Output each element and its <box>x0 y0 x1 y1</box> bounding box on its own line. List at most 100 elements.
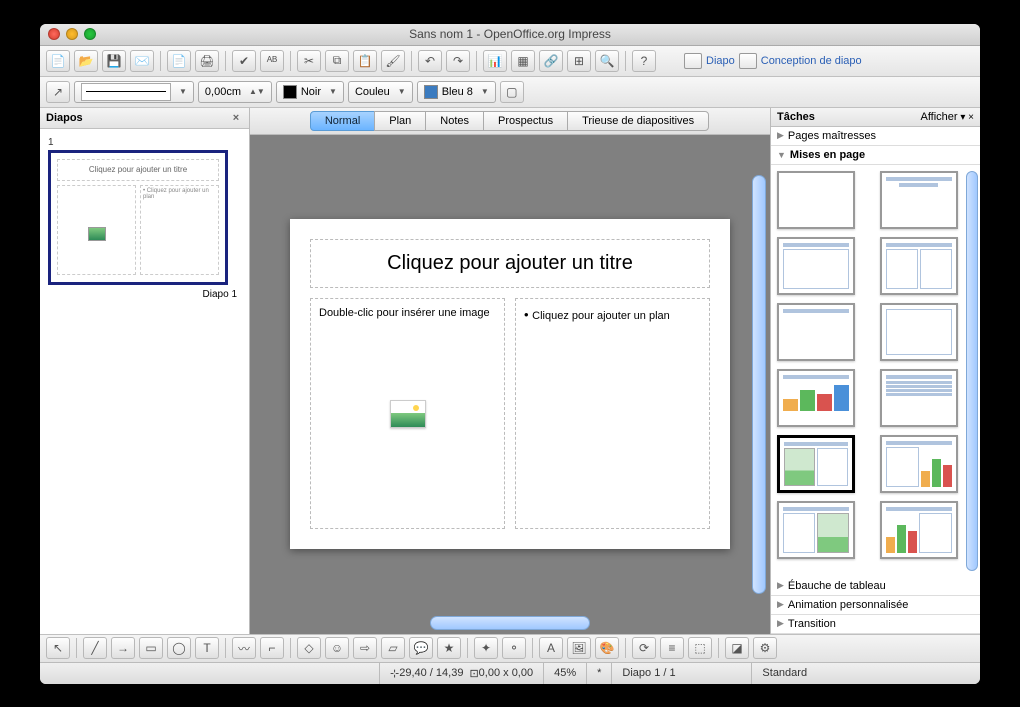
autospell-button[interactable]: ᴬᴮ <box>260 50 284 72</box>
tab-notes[interactable]: Notes <box>425 111 484 131</box>
layout-table[interactable] <box>880 369 958 427</box>
callout-tool[interactable]: 💬 <box>409 637 433 659</box>
slides-panel-header: Diapos × <box>40 108 249 129</box>
chart-button[interactable]: 📊 <box>483 50 507 72</box>
diapo-button[interactable]: Diapo <box>684 53 735 69</box>
ellipse-tool[interactable]: ◯ <box>167 637 191 659</box>
main-area: Diapos × 1 Cliquez pour ajouter un titre… <box>40 108 980 634</box>
close-panel-icon[interactable]: × <box>229 111 243 125</box>
line-color-combo[interactable]: Noir▼ <box>276 81 344 103</box>
thumb-outline-box: • Cliquez pour ajouter un plan <box>140 185 219 275</box>
outline-placeholder[interactable]: • Cliquez pour ajouter un plan <box>515 298 710 529</box>
conception-button[interactable]: Conception de diapo <box>739 53 862 69</box>
layout-title-content[interactable] <box>777 237 855 295</box>
horizontal-scrollbar[interactable] <box>430 616 590 630</box>
zoom-button[interactable]: 🔍 <box>595 50 619 72</box>
gallery-tool[interactable]: 🎨 <box>595 637 619 659</box>
interaction-tool[interactable]: ⚙ <box>753 637 777 659</box>
tab-prospectus[interactable]: Prospectus <box>483 111 568 131</box>
slide-thumbnail-1[interactable]: Cliquez pour ajouter un titre • Cliquez … <box>48 150 228 285</box>
slide[interactable]: Cliquez pour ajouter un titre Double-cli… <box>290 219 730 549</box>
close-button[interactable] <box>48 28 60 40</box>
cut-button[interactable]: ✂ <box>297 50 321 72</box>
layout-two-content[interactable] <box>880 237 958 295</box>
maximize-button[interactable] <box>84 28 96 40</box>
save-button[interactable]: 💾 <box>102 50 126 72</box>
title-placeholder[interactable]: Cliquez pour ajouter un titre <box>310 239 710 288</box>
chevron-right-icon: ▶ <box>777 130 784 141</box>
image-placeholder[interactable]: Double-clic pour insérer une image <box>310 298 505 529</box>
slide-thumbnails: 1 Cliquez pour ajouter un titre • Clique… <box>40 129 249 308</box>
section-ebauche[interactable]: ▶Ébauche de tableau <box>771 577 980 596</box>
blue-swatch <box>424 85 438 99</box>
open-button[interactable]: 📂 <box>74 50 98 72</box>
hyperlink-button[interactable]: 🔗 <box>539 50 563 72</box>
extrusion-tool[interactable]: ◪ <box>725 637 749 659</box>
align-tool[interactable]: ≡ <box>660 637 684 659</box>
section-pages-maitresses[interactable]: ▶Pages maîtresses <box>771 127 980 146</box>
text-tool[interactable]: T <box>195 637 219 659</box>
stars-tool[interactable]: ★ <box>437 637 461 659</box>
block-arrows-tool[interactable]: ⇨ <box>353 637 377 659</box>
layout-blank[interactable] <box>777 171 855 229</box>
line-style-combo[interactable]: ▼ <box>74 81 194 103</box>
pdf-export-button[interactable]: 📄 <box>167 50 191 72</box>
afficher-menu[interactable]: Afficher ▾ × <box>920 111 974 123</box>
layout-title-only[interactable] <box>777 303 855 361</box>
section-transition[interactable]: ▶Transition <box>771 615 980 634</box>
rotate-tool[interactable]: ⟳ <box>632 637 656 659</box>
select-tool[interactable]: ↖ <box>46 637 70 659</box>
spellcheck-button[interactable]: ✔ <box>232 50 256 72</box>
format-paint-button[interactable]: 🖌 <box>381 50 405 72</box>
design-icon <box>739 53 757 69</box>
undo-button[interactable]: ↶ <box>418 50 442 72</box>
slide-canvas[interactable]: Cliquez pour ajouter un titre Double-cli… <box>250 135 770 634</box>
shadow-button[interactable]: ▢ <box>500 81 524 103</box>
layout-content-only[interactable] <box>880 303 958 361</box>
minimize-button[interactable] <box>66 28 78 40</box>
layout-text-chart[interactable] <box>880 435 958 493</box>
tab-plan[interactable]: Plan <box>374 111 426 131</box>
tab-normal[interactable]: Normal <box>310 111 375 131</box>
table-button[interactable]: ▦ <box>511 50 535 72</box>
arrow-button[interactable]: ↗ <box>46 81 70 103</box>
tab-trieuse[interactable]: Trieuse de diapositives <box>567 111 709 131</box>
slides-panel-title: Diapos <box>46 112 83 124</box>
layout-text-image[interactable] <box>777 501 855 559</box>
fontwork-tool[interactable]: A <box>539 637 563 659</box>
line-tool[interactable]: ╱ <box>83 637 107 659</box>
basic-shapes-tool[interactable]: ◇ <box>297 637 321 659</box>
arrange-tool[interactable]: ⬚ <box>688 637 712 659</box>
curve-tool[interactable]: 〰 <box>232 637 256 659</box>
redo-button[interactable]: ↷ <box>446 50 470 72</box>
paste-button[interactable]: 📋 <box>353 50 377 72</box>
line-width-input[interactable]: 0,00cm▲▼ <box>198 81 272 103</box>
layout-image-text[interactable] <box>777 435 855 493</box>
connector-tool[interactable]: ⌐ <box>260 637 284 659</box>
from-file-tool[interactable]: 🖼 <box>567 637 591 659</box>
mail-button[interactable]: ✉️ <box>130 50 154 72</box>
layouts-scrollbar[interactable] <box>966 171 978 571</box>
chevron-right-icon: ▶ <box>777 599 784 610</box>
glue-tool[interactable]: ⚬ <box>502 637 526 659</box>
section-mises-en-page[interactable]: ▼Mises en page <box>771 146 980 165</box>
new-doc-button[interactable]: 📄 <box>46 50 70 72</box>
view-tabs: Normal Plan Notes Prospectus Trieuse de … <box>250 108 770 135</box>
section-animation[interactable]: ▶Animation personnalisée <box>771 596 980 615</box>
status-zoom[interactable]: 45% <box>544 663 587 684</box>
arrow-tool[interactable]: → <box>111 637 135 659</box>
layout-title[interactable] <box>880 171 958 229</box>
symbol-shapes-tool[interactable]: ☺ <box>325 637 349 659</box>
layout-chart-text[interactable] <box>880 501 958 559</box>
rect-tool[interactable]: ▭ <box>139 637 163 659</box>
fill-color-combo[interactable]: Bleu 8▼ <box>417 81 496 103</box>
navigator-button[interactable]: ⊞ <box>567 50 591 72</box>
help-button[interactable]: ? <box>632 50 656 72</box>
print-button[interactable]: 🖨 <box>195 50 219 72</box>
layout-chart[interactable] <box>777 369 855 427</box>
copy-button[interactable]: ⧉ <box>325 50 349 72</box>
points-tool[interactable]: ✦ <box>474 637 498 659</box>
vertical-scrollbar[interactable] <box>752 175 766 594</box>
fill-type-combo[interactable]: Couleu▼ <box>348 81 413 103</box>
flowchart-tool[interactable]: ▱ <box>381 637 405 659</box>
